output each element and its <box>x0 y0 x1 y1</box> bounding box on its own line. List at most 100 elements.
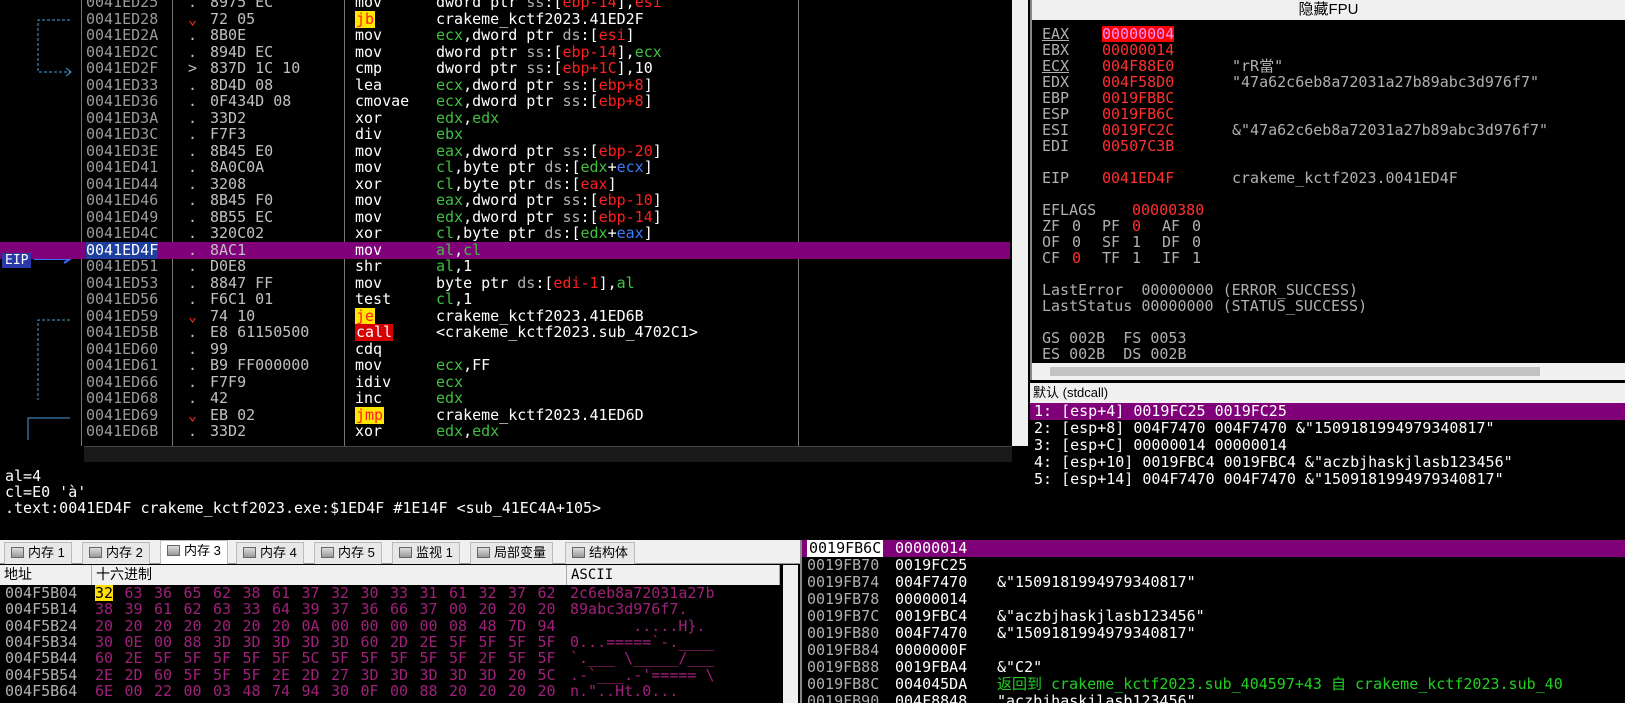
disasm-row[interactable]: 0041ED3E. 8B45 E0 mov eax,dword ptr ss:[ebp… <box>0 142 1010 160</box>
scroll-thumb[interactable] <box>1050 367 1540 376</box>
hex-byte[interactable]: 3D <box>449 667 467 683</box>
hex-byte[interactable]: 2F <box>479 650 497 666</box>
hex-byte[interactable]: 3D <box>390 667 408 683</box>
hex-byte[interactable]: 2D <box>302 667 320 683</box>
hex-byte[interactable]: 00 <box>184 683 202 699</box>
hex-byte[interactable]: 5F <box>272 650 290 666</box>
hex-byte[interactable]: 39 <box>302 601 320 617</box>
calling-convention-select[interactable]: 默认 (stdcall) <box>1030 383 1625 403</box>
tab-4[interactable]: 内存 4 <box>236 542 304 564</box>
register-value[interactable]: 0019FB6C <box>1102 106 1174 122</box>
hex-byte[interactable]: 20 <box>538 601 556 617</box>
tab-8[interactable]: 结构体 <box>565 542 636 564</box>
hex-byte[interactable]: 5F <box>538 634 556 650</box>
flag-value[interactable]: 0 <box>1192 234 1201 250</box>
hex-byte[interactable]: 39 <box>125 601 143 617</box>
disasm-row[interactable]: 0041ED69 ⌄ EB 02 jmp crakeme_kctf2023.41ED6D <box>0 406 1010 424</box>
disasm-row[interactable]: 0041ED3C. F7F3 div ebx <box>0 126 1010 143</box>
stack-row[interactable]: 0019FB70 0019FC25 <box>802 557 1625 574</box>
hex-byte[interactable]: 3D <box>420 667 438 683</box>
hex-byte[interactable]: 3D <box>213 634 231 650</box>
disassembly-pane[interactable]: 0041ED25. 8975 EC mov dword ptr ss:[ebp-14]… <box>0 0 1012 462</box>
hex-byte[interactable]: 33 <box>390 585 408 601</box>
disasm-vscrollbar[interactable] <box>1012 0 1028 446</box>
stack-row[interactable]: 0019FB78 00000014 <box>802 591 1625 608</box>
hex-byte[interactable]: 30 <box>331 683 349 699</box>
hex-byte[interactable]: 62 <box>213 585 231 601</box>
flag-value[interactable]: 1 <box>1132 250 1141 266</box>
register-value[interactable]: 0041ED4F <box>1102 170 1174 186</box>
hex-byte[interactable]: 20 <box>213 618 231 634</box>
hex-byte[interactable]: 3D <box>302 634 320 650</box>
disasm-row[interactable]: 0041ED59 ⌄ 74 10 je crakeme_kctf2023.41ED6B <box>0 307 1010 325</box>
tab-3[interactable]: 内存 3 <box>160 540 228 564</box>
hex-byte[interactable]: 3D <box>361 667 379 683</box>
hex-byte[interactable]: 20 <box>184 618 202 634</box>
disasm-row[interactable]: 0041ED44. 3208 xor cl,byte ptr ds:[eax] <box>0 175 1010 193</box>
register-value[interactable]: 0019FC2C <box>1102 122 1174 138</box>
hex-byte[interactable]: 5F <box>361 650 379 666</box>
hex-byte[interactable]: 2E <box>420 634 438 650</box>
hex-byte[interactable]: 0A <box>302 618 320 634</box>
header-address[interactable]: 地址 <box>0 565 92 585</box>
hex-byte[interactable]: 20 <box>479 683 497 699</box>
hex-byte[interactable]: 74 <box>272 683 290 699</box>
hex-byte[interactable]: 62 <box>184 601 202 617</box>
hex-byte[interactable]: 20 <box>95 618 113 634</box>
hex-byte[interactable]: 2D <box>125 667 143 683</box>
hex-byte[interactable]: 7D <box>508 618 526 634</box>
hex-byte[interactable]: 36 <box>154 585 172 601</box>
hex-byte[interactable]: 66 <box>390 601 408 617</box>
tab-2[interactable]: 内存 2 <box>82 542 150 564</box>
hex-byte[interactable]: 5F <box>449 650 467 666</box>
tab-1[interactable]: 内存 1 <box>4 542 72 564</box>
hex-byte[interactable]: 20 <box>154 618 172 634</box>
disasm-hscrollbar[interactable] <box>84 446 1012 462</box>
hex-byte[interactable]: 65 <box>184 585 202 601</box>
register-value[interactable]: 00000014 <box>1102 42 1174 58</box>
register-value[interactable]: 004F88E0 <box>1102 58 1174 74</box>
hex-byte[interactable]: 3D <box>331 634 349 650</box>
hex-byte[interactable]: 94 <box>302 683 320 699</box>
hex-byte[interactable]: 30 <box>95 634 113 650</box>
hex-byte[interactable]: 00 <box>361 618 379 634</box>
hex-byte[interactable]: 00 <box>420 618 438 634</box>
hex-byte[interactable]: 60 <box>95 650 113 666</box>
hex-byte[interactable]: 5F <box>538 650 556 666</box>
stack-row[interactable]: 0019FB7C 0019FBC4 &"aczbjhaskjlasb123456" <box>802 608 1625 625</box>
register-value[interactable]: 00507C3B <box>1102 138 1174 154</box>
registers-pane[interactable]: 隐藏FPU EAX 00000004 EBX 00000014 ECX 004F88E0 "… <box>1030 0 1625 380</box>
hex-byte[interactable]: 5C <box>538 667 556 683</box>
hex-byte[interactable]: 5F <box>420 650 438 666</box>
stack-row[interactable]: 0019FB80 004F7470 &"1509181994979340817" <box>802 625 1625 642</box>
hex-byte[interactable]: 37 <box>508 585 526 601</box>
hex-byte[interactable]: 48 <box>479 618 497 634</box>
hex-byte[interactable]: 2E <box>125 650 143 666</box>
hex-byte[interactable]: 20 <box>508 667 526 683</box>
stack-row[interactable]: 0019FB6C 00000014 <box>802 540 1625 557</box>
disasm-row[interactable]: 0041ED60. 99 cdq <box>0 340 1010 358</box>
argument-row[interactable]: 1: [esp+4] 0019FC25 0019FC25 <box>1030 403 1625 420</box>
disasm-row[interactable]: 0041ED5B. E8 61150500 call <crakeme_kctf202… <box>0 324 1010 341</box>
hex-byte[interactable]: 0F <box>361 683 379 699</box>
hex-byte[interactable]: 36 <box>361 601 379 617</box>
hex-byte[interactable]: 20 <box>538 683 556 699</box>
stack-row[interactable]: 0019FB8C 004045DA 返回到 crakeme_kctf2023.sub… <box>802 676 1625 693</box>
hex-byte[interactable]: 60 <box>154 667 172 683</box>
hex-byte[interactable]: 32 <box>479 585 497 601</box>
hex-byte[interactable]: 64 <box>272 601 290 617</box>
disasm-row[interactable]: 0041ED6B. 33D2 xor edx,edx <box>0 423 1010 440</box>
disasm-row[interactable]: 0041ED49. 8B55 EC mov edx,dword ptr ss:[ebp… <box>0 208 1010 226</box>
hex-byte[interactable]: 6E <box>95 683 113 699</box>
argument-row[interactable]: 4: [esp+10] 0019FBC4 0019FBC4 &"aczbjhas… <box>1030 454 1625 471</box>
hex-byte[interactable]: 5F <box>184 650 202 666</box>
argument-row[interactable]: 3: [esp+C] 00000014 00000014 <box>1030 437 1625 454</box>
header-hex[interactable]: 十六进制 <box>92 565 567 585</box>
disasm-row[interactable]: 0041ED28 ⌄ 72 05 jb crakeme_kctf2023.41ED2F <box>0 10 1010 28</box>
hex-byte[interactable]: 5F <box>508 650 526 666</box>
hex-byte[interactable]: 08 <box>449 618 467 634</box>
hex-byte[interactable]: 31 <box>420 585 438 601</box>
hex-byte[interactable]: 00 <box>390 683 408 699</box>
hex-byte[interactable]: 61 <box>272 585 290 601</box>
hex-byte[interactable]: 5F <box>508 634 526 650</box>
